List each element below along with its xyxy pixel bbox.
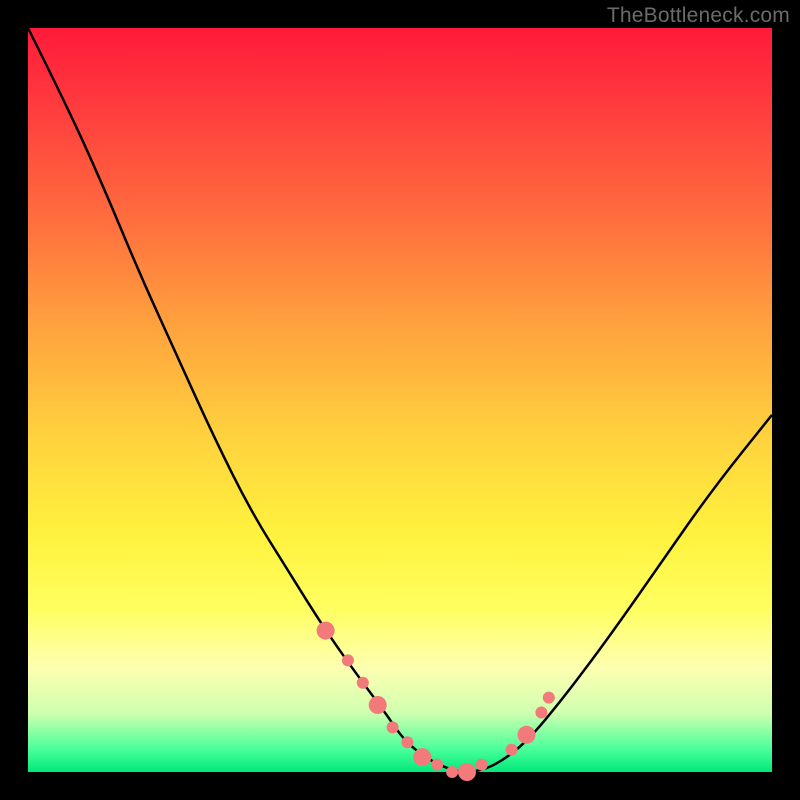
data-marker xyxy=(401,736,413,748)
data-marker xyxy=(357,677,369,689)
data-marker xyxy=(342,654,354,666)
data-marker xyxy=(535,707,547,719)
data-marker xyxy=(317,622,335,640)
data-marker xyxy=(387,721,399,733)
data-marker xyxy=(431,759,443,771)
chart-svg xyxy=(28,28,772,772)
data-marker xyxy=(476,759,488,771)
data-marker xyxy=(413,748,431,766)
chart-plot-area xyxy=(28,28,772,772)
data-marker xyxy=(506,744,518,756)
data-marker xyxy=(369,696,387,714)
data-marker xyxy=(446,766,458,778)
data-marker xyxy=(518,726,536,744)
marker-group xyxy=(317,622,555,781)
data-marker xyxy=(543,692,555,704)
data-marker xyxy=(458,763,476,781)
watermark-text: TheBottleneck.com xyxy=(607,4,790,28)
bottleneck-curve xyxy=(28,28,772,772)
